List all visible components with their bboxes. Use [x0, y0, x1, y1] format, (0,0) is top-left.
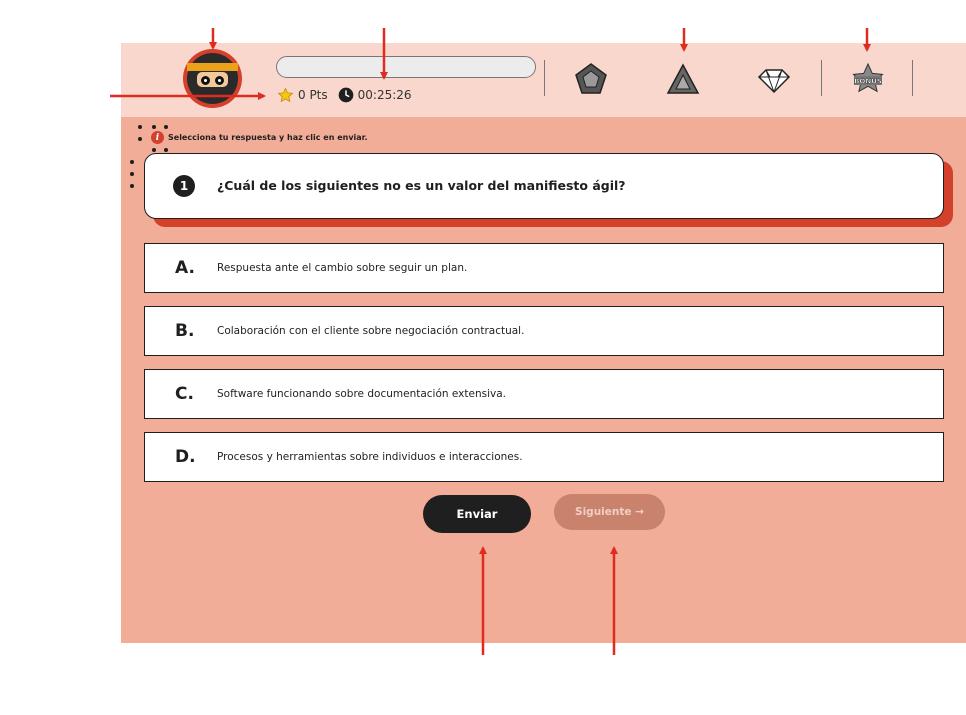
progress-bar [276, 56, 536, 78]
question-card: 1 ¿Cuál de los siguientes no es un valor… [144, 153, 944, 219]
next-button[interactable]: Siguiente → [554, 494, 665, 530]
star-icon [277, 86, 294, 104]
decor-dot [138, 125, 142, 129]
bonus-label: BONUS [854, 78, 882, 86]
stats-row: 0 Pts 00:25:26 [277, 85, 412, 105]
bonus-star-icon: BONUS [850, 62, 884, 96]
header-divider [821, 60, 822, 96]
decor-dot [130, 160, 134, 164]
option-letter: C. [175, 384, 194, 404]
timer-label: 00:25:26 [357, 88, 412, 102]
option-text: Colaboración con el cliente sobre negoci… [217, 325, 525, 337]
quiz-header: 0 Pts 00:25:26 BONUS [121, 43, 966, 117]
header-divider [912, 60, 913, 96]
pentagon-medal-icon [574, 62, 608, 96]
option-letter: A. [175, 258, 195, 278]
option-text: Procesos y herramientas sobre individuos… [217, 451, 523, 463]
decor-dot [138, 137, 142, 141]
option-letter: D. [175, 447, 196, 467]
decor-dot [152, 125, 156, 129]
question-text: ¿Cuál de los siguientes no es un valor d… [217, 178, 626, 193]
header-divider [544, 60, 545, 96]
option-b[interactable]: B. Colaboración con el cliente sobre neg… [144, 306, 944, 356]
decor-dot [152, 148, 156, 152]
instruction-text: Selecciona tu respuesta y haz clic en en… [168, 133, 368, 142]
points-label: 0 Pts [298, 88, 328, 102]
option-text: Software funcionando sobre documentación… [217, 388, 506, 400]
clock-icon [338, 87, 354, 103]
decor-dot [164, 125, 168, 129]
decor-dot [130, 172, 134, 176]
send-button[interactable]: Enviar [423, 495, 531, 533]
option-text: Respuesta ante el cambio sobre seguir un… [217, 262, 468, 274]
quiz-panel: 0 Pts 00:25:26 BONUS i Selecciona tu res… [121, 43, 966, 643]
triangle-medal-icon [666, 62, 700, 96]
option-d[interactable]: D. Procesos y herramientas sobre individ… [144, 432, 944, 482]
decor-dot [130, 184, 134, 188]
option-c[interactable]: C. Software funcionando sobre documentac… [144, 369, 944, 419]
question-number: 1 [173, 175, 195, 197]
option-letter: B. [175, 321, 195, 341]
instruction-notice: i Selecciona tu respuesta y haz clic en … [151, 131, 368, 144]
option-a[interactable]: A. Respuesta ante el cambio sobre seguir… [144, 243, 944, 293]
ninja-avatar [183, 49, 242, 108]
diamond-medal-icon [757, 62, 791, 96]
decor-dot [164, 148, 168, 152]
info-icon: i [151, 131, 164, 144]
